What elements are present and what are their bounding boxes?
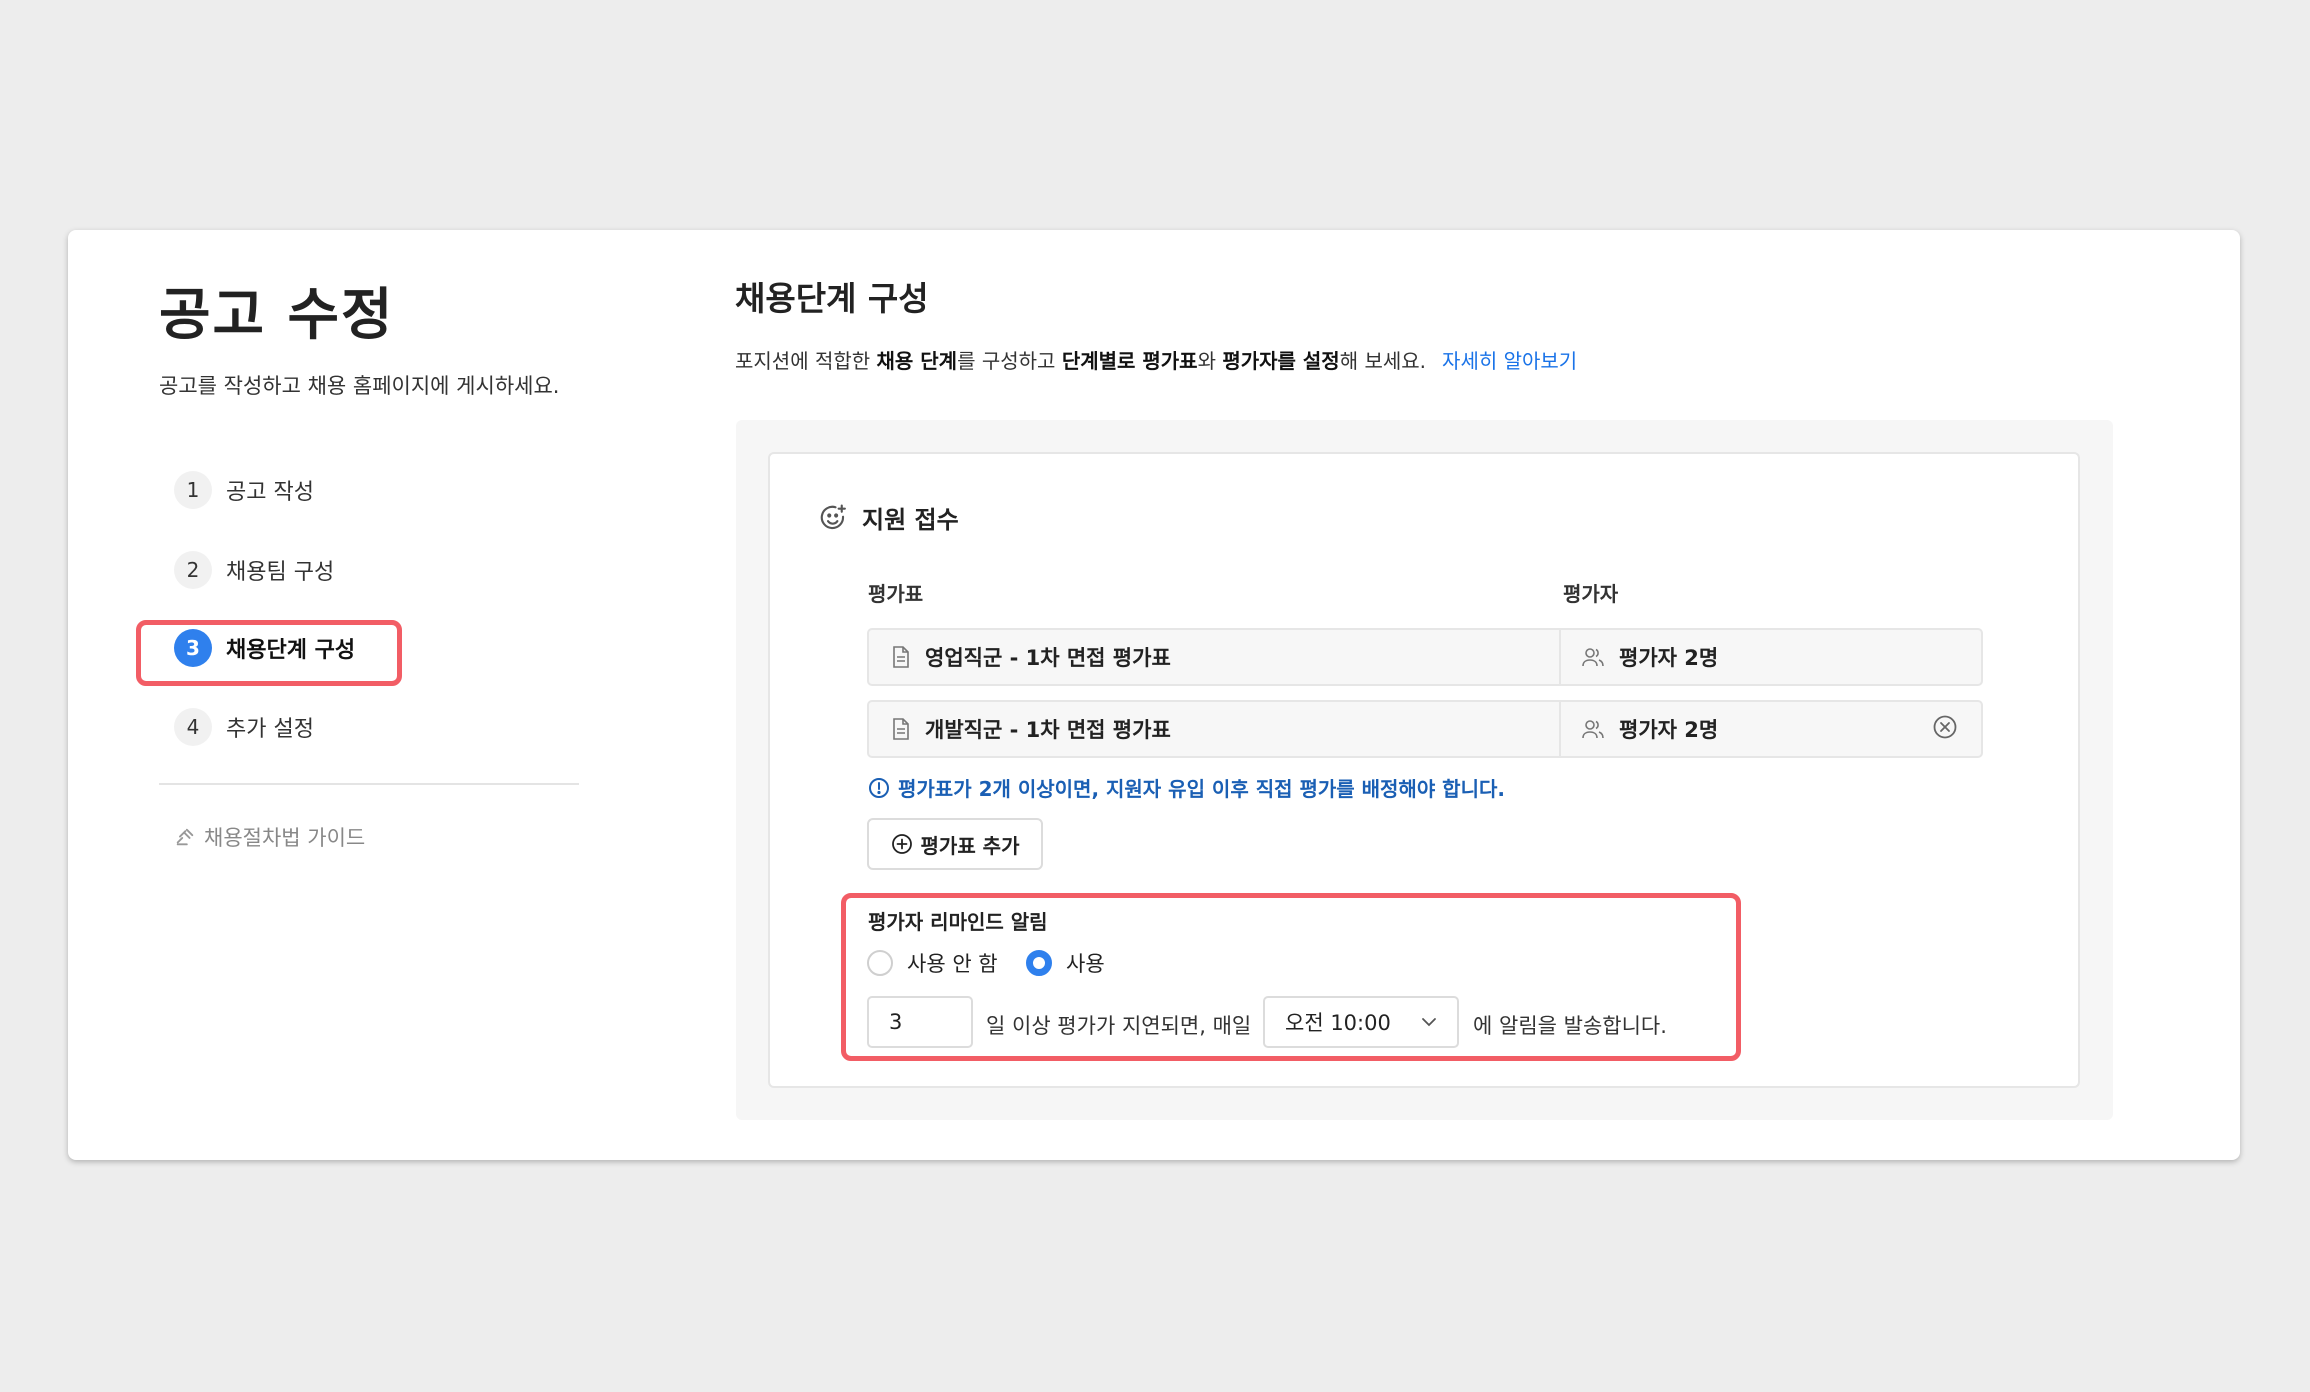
guide-label: 채용절차법 가이드 (204, 826, 366, 850)
step-label: 채용팀 구성 (226, 560, 335, 585)
notice-text: 평가표가 2개 이상이면, 지원자 유입 이후 직접 평가를 배정해야 합니다. (898, 777, 1505, 801)
scorecard-cell[interactable]: 개발직군 - 1차 면접 평가표 (869, 702, 1561, 756)
evaluator-count: 평가자 2명 (1619, 646, 1719, 670)
desc-text: 해 보세요. (1339, 349, 1427, 373)
highlight-box-step (136, 620, 402, 686)
divider (159, 783, 579, 785)
evaluator-count: 평가자 2명 (1619, 718, 1719, 742)
smiley-add-icon (820, 503, 846, 529)
remove-scorecard-button[interactable] (1932, 714, 1958, 740)
learn-more-link[interactable]: 자세히 알아보기 (1442, 349, 1577, 373)
desc-text: 와 (1197, 349, 1223, 373)
document-icon (893, 646, 909, 668)
close-circle-icon (1933, 715, 1957, 739)
page-subtitle: 공고를 작성하고 채용 홈페이지에 게시하세요. (159, 374, 560, 398)
scorecard-name: 개발직군 - 1차 면접 평가표 (925, 718, 1171, 742)
column-header-scorecard: 평가표 (868, 582, 924, 606)
add-scorecard-button[interactable]: 평가표 추가 (867, 818, 1043, 870)
highlight-box-reminder (841, 893, 1741, 1061)
users-icon (1582, 720, 1604, 739)
edit-posting-card: 공고 수정 공고를 작성하고 채용 홈페이지에 게시하세요. 1 공고 작성 2… (68, 230, 2240, 1160)
hiring-law-guide-link[interactable]: 채용절차법 가이드 (174, 822, 365, 852)
gavel-icon (176, 828, 194, 846)
evaluator-cell[interactable]: 평가자 2명 (1561, 702, 1981, 756)
info-icon (869, 777, 889, 798)
section-title: 채용단계 구성 (735, 279, 929, 318)
scorecard-notice: 평가표가 2개 이상이면, 지원자 유입 이후 직접 평가를 배정해야 합니다. (868, 773, 1505, 802)
page-title: 공고 수정 (159, 283, 395, 348)
scorecard-name: 영업직군 - 1차 면접 평가표 (925, 646, 1171, 670)
step-label: 추가 설정 (226, 717, 314, 742)
add-scorecard-label: 평가표 추가 (920, 833, 1020, 858)
step-label: 공고 작성 (226, 480, 314, 505)
scorecard-row: 개발직군 - 1차 면접 평가표 평가자 2명 (867, 700, 1983, 758)
scorecard-row: 영업직군 - 1차 면접 평가표 평가자 2명 (867, 628, 1983, 686)
desc-bold: 채용 단계 (876, 349, 958, 373)
step-number: 4 (174, 708, 212, 746)
desc-text: 를 구성하고 (957, 349, 1062, 373)
step-item-hiring-team[interactable]: 2 채용팀 구성 (174, 550, 334, 590)
step-item-write-posting[interactable]: 1 공고 작성 (174, 470, 314, 510)
step-item-extra-settings[interactable]: 4 추가 설정 (174, 707, 314, 747)
stage-name: 지원 접수 (862, 506, 959, 534)
plus-circle-icon (891, 834, 912, 854)
scorecard-cell[interactable]: 영업직군 - 1차 면접 평가표 (869, 630, 1561, 684)
column-header-evaluator: 평가자 (1563, 582, 1619, 606)
desc-text: 포지션에 적합한 (735, 349, 877, 373)
evaluator-cell[interactable]: 평가자 2명 (1561, 630, 1981, 684)
document-icon (893, 718, 909, 740)
section-description: 포지션에 적합한 채용 단계를 구성하고 단계별로 평가표와 평가자를 설정해 … (735, 345, 1577, 374)
stage-header: 지원 접수 (818, 500, 959, 535)
step-number: 2 (174, 551, 212, 589)
step-number: 1 (174, 471, 212, 509)
desc-bold: 단계별로 평가표 (1061, 349, 1198, 373)
users-icon (1582, 648, 1604, 667)
desc-bold: 평가자를 설정 (1222, 349, 1340, 373)
